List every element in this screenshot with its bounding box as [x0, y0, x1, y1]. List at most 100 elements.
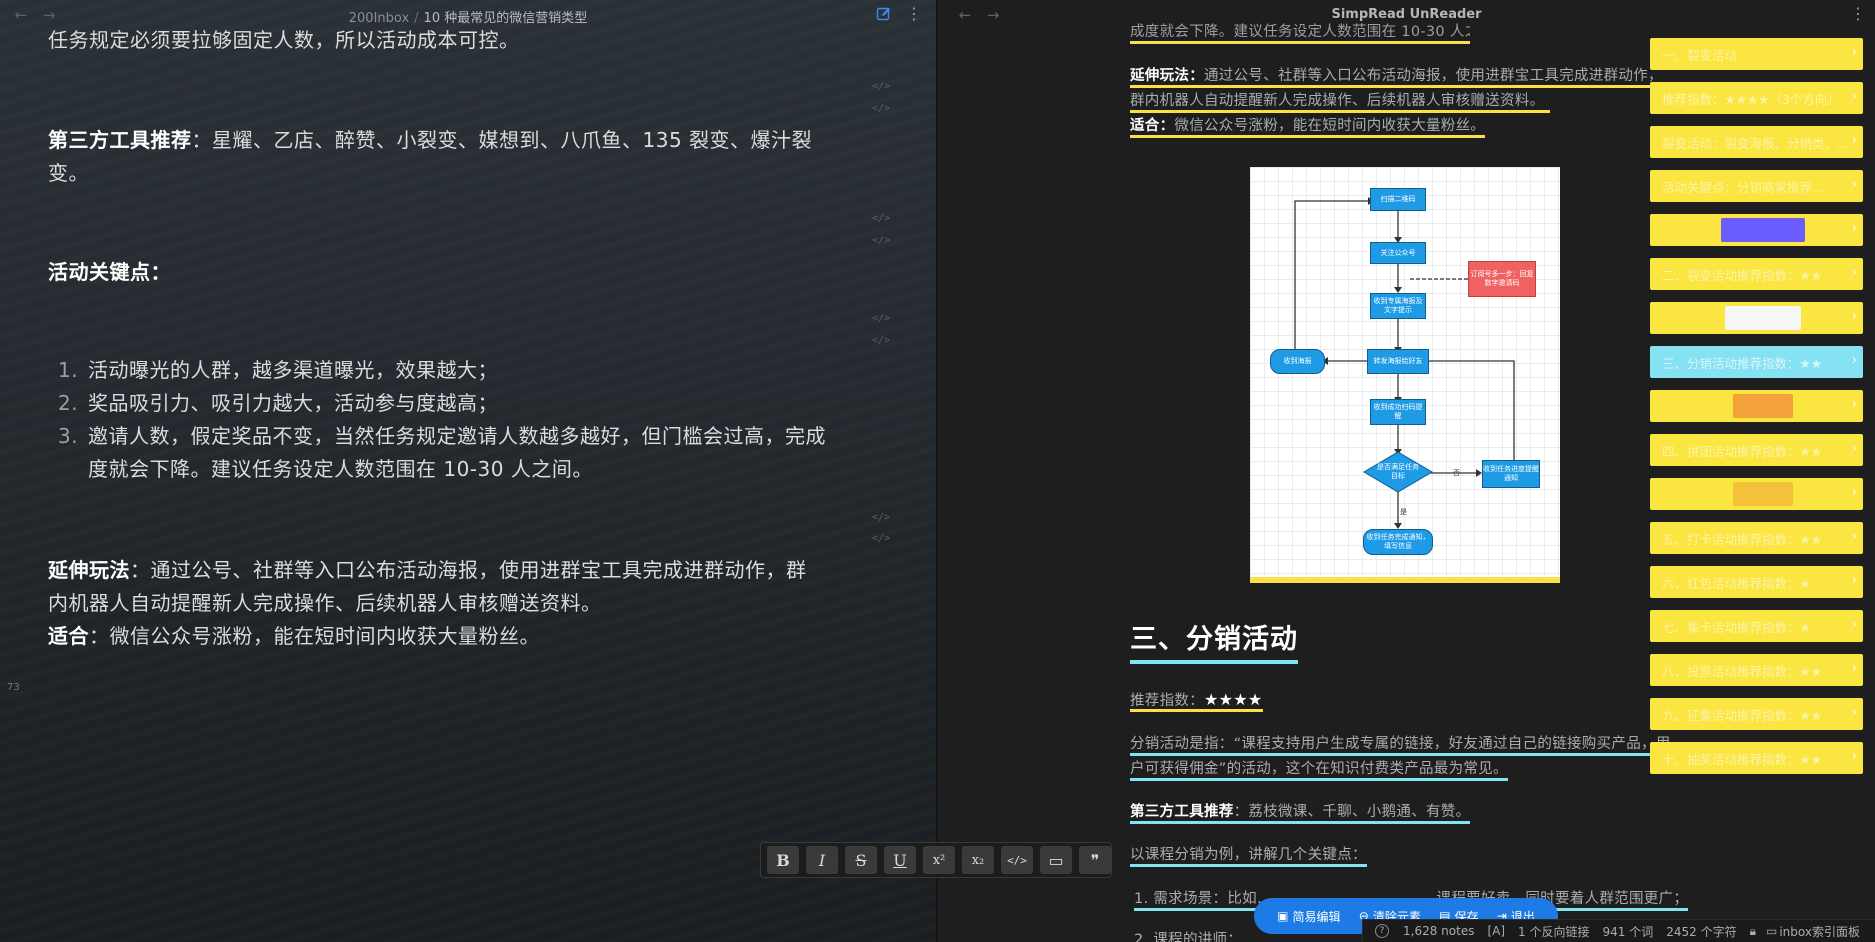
bold-label: 第三方工具推荐	[48, 128, 192, 152]
toc-item[interactable]: 活动关键点：分销商家推荐... ›	[1650, 170, 1863, 202]
code-close-tag: </>	[872, 533, 891, 544]
toc-item[interactable]: 裂变活动：裂变海报、分销类、... ›	[1650, 126, 1863, 158]
section-heading: 三、分销活动	[1130, 622, 1298, 664]
chevron-right-icon: ›	[1851, 441, 1857, 456]
app-window: ← → 200Inbox/10 种最常见的微信营销类型 ⋮ 任务规定必须要拉够固…	[0, 0, 1875, 942]
bold-label: 适合：	[1130, 118, 1175, 134]
toc-item[interactable]: 八、投票活动推荐指数：★★ ›	[1650, 654, 1863, 686]
chevron-right-icon: ›	[1851, 705, 1857, 720]
line-number: 73	[7, 682, 20, 693]
list-item: 1. 活动曝光的人群，越多渠道曝光，效果越大；	[58, 354, 918, 387]
chevron-right-icon: ›	[1851, 89, 1857, 104]
list-item-text: 活动曝光的人群，越多渠道曝光，效果越大；	[88, 358, 498, 382]
reader-pane: ← → SimpRead UnReader ⋮ 成度就会下降。建议任务设定人数范…	[938, 0, 1875, 942]
rating-line: 推荐指数：★★★★	[1130, 690, 1263, 712]
flow-note: 订阅号多一步：回复数字邀请码	[1468, 261, 1536, 297]
reader-title: SimpRead UnReader	[1331, 7, 1482, 22]
bold-label: 活动关键点：	[48, 260, 171, 284]
reader-text: ：荔枝微课、千聊、小鹅通、有赞。	[1233, 804, 1471, 820]
toc-item[interactable]: ›	[1650, 214, 1863, 246]
toc-item[interactable]: 九、征集活动推荐指数：★★ ›	[1650, 698, 1863, 730]
toc-item-label: 七、集卡活动推荐指数：★	[1662, 619, 1811, 635]
code-button[interactable]: </>	[1001, 846, 1033, 874]
toc-item-label: 六、红包活动推荐指数：★	[1662, 575, 1811, 591]
reader-header: ← → SimpRead UnReader ⋮	[938, 0, 1875, 30]
chevron-right-icon: ›	[1851, 45, 1857, 60]
italic-button[interactable]: I	[806, 846, 838, 874]
superscript-button[interactable]: x²	[923, 846, 955, 874]
ordered-list: 1. 活动曝光的人群，越多渠道曝光，效果越大； 2. 奖品吸引力、吸引力越大，活动参…	[58, 354, 918, 486]
flow-yes-label: 是	[1400, 508, 1407, 516]
edit-box-icon: ▣	[1277, 909, 1289, 923]
toc-item[interactable]: 三、分销活动推荐指数：★★ ›	[1650, 346, 1863, 378]
flow-node: 关注公众号	[1370, 242, 1426, 264]
breadcrumb-folder[interactable]: 200Inbox	[349, 11, 409, 26]
toc-item[interactable]: 七、集卡活动推荐指数：★ ›	[1650, 610, 1863, 642]
underline-button[interactable]: U	[884, 846, 916, 874]
reader-text-line: 以课程分销为例，讲解几个关键点：	[1130, 845, 1367, 867]
flow-decision-label: 是否满足任务目标	[1377, 463, 1419, 480]
chevron-right-icon: ›	[1851, 265, 1857, 280]
bold-button[interactable]: B	[767, 846, 799, 874]
simple-edit-button[interactable]: ▣ 简易编辑	[1277, 908, 1340, 925]
toc-item[interactable]: 二、裂变活动推荐指数：★★ ›	[1650, 258, 1863, 290]
panel-label[interactable]: inbox索引面板	[1779, 923, 1860, 940]
more-options-icon[interactable]: ⋮	[906, 4, 922, 23]
list-item-text: 度就会下降。建议任务设定人数范围在 10-30 人之间。	[88, 457, 593, 481]
toc-item[interactable]: 五、打卡活动推荐指数：★★ ›	[1650, 522, 1863, 554]
list-number: 1.	[58, 358, 79, 382]
toc-item-label: 十、抽奖活动推荐指数：★★	[1662, 751, 1822, 767]
thumbnail-image	[1720, 218, 1805, 242]
toc-item-label: 四、拼团活动推荐指数：★★	[1662, 443, 1822, 459]
notes-count[interactable]: 1,628 notes	[1403, 924, 1474, 938]
breadcrumb-file[interactable]: 10 种最常见的微信营销类型	[424, 11, 588, 26]
more-options-icon[interactable]: ⋮	[1850, 4, 1866, 23]
toc-item[interactable]: 推荐指数：★★★★（3个方向） ›	[1650, 82, 1863, 114]
reader-text-line: 延伸玩法：通过公号、社群等入口公布活动海报，使用进群宝工具完成进群动作，	[1130, 66, 1670, 88]
toc-item[interactable]: ›	[1650, 478, 1863, 510]
list-item: 2. 奖品吸引力、吸引力越大，活动参与度越高；	[58, 387, 918, 420]
toc-thumbnail	[1662, 394, 1863, 418]
backlinks-count[interactable]: 1 个反向链接	[1518, 923, 1589, 940]
reader-text: 通过公号、社群等入口公布活动海报，使用进群宝工具完成进群动作，	[1204, 68, 1663, 84]
bold-label: 延伸玩法	[48, 558, 130, 582]
status-bar: ? 1,628 notes [A] 1 个反向链接 941 个词 2452 个字…	[1362, 919, 1875, 942]
flowchart-arrows	[1294, 197, 1515, 529]
lock-icon[interactable]: 🔒︎	[1750, 924, 1756, 939]
toc-item[interactable]: ›	[1650, 390, 1863, 422]
toc-item[interactable]: ›	[1650, 302, 1863, 334]
reader-text: 微信公众号涨粉，能在短时间内收获大量粉丝。	[1174, 118, 1486, 134]
toc-item[interactable]: 十、抽奖活动推荐指数：★★ ›	[1650, 742, 1863, 774]
subscript-button[interactable]: x₂	[962, 846, 994, 874]
paragraph: 适合：微信公众号涨粉，能在短时间内收获大量粉丝。	[48, 620, 908, 653]
toc-item-label: 活动关键点：分销商家推荐...	[1662, 179, 1824, 195]
chevron-right-icon: ›	[1851, 529, 1857, 544]
edit-mode-icon[interactable]	[876, 6, 894, 24]
paragraph-text: ：星耀、乙店、醉赞、小裂变、媒想到、八爪鱼、135 裂变、爆汁裂	[191, 128, 813, 152]
breadcrumb: 200Inbox / 10 种最常见的微信营销类型	[0, 7, 936, 26]
strikethrough-button[interactable]: S	[845, 846, 877, 874]
format-toolbar: B I S U x² x₂ </> ▭ ❞	[760, 842, 1112, 878]
embed-button[interactable]: ▭	[1040, 846, 1072, 874]
flowchart-image[interactable]: 扫描二维码 关注公众号 收到专属海报及文字提示 转发海报给好友 收到海报 收到成…	[1250, 167, 1560, 583]
toc-item-label: 五、打卡活动推荐指数：★★	[1662, 531, 1822, 547]
toc-item[interactable]: 四、拼团活动推荐指数：★★ ›	[1650, 434, 1863, 466]
toc-item[interactable]: 六、红包活动推荐指数：★ ›	[1650, 566, 1863, 598]
toc-thumbnail	[1662, 306, 1863, 330]
flow-node: 扫描二维码	[1370, 188, 1426, 211]
toc-item-label: 裂变活动：裂变海报、分销类、...	[1662, 135, 1849, 151]
list-item: 3. 邀请人数，假定奖品不变，当然任务规定邀请人数越多越好，但门槛会过高，完成	[58, 420, 918, 453]
toc-item[interactable]: 一、裂变活动 ›	[1650, 38, 1863, 70]
flow-no-label: 否	[1453, 469, 1460, 477]
flow-node: 收到海报	[1270, 349, 1325, 374]
mode-indicator[interactable]: [A]	[1487, 924, 1505, 938]
reader-text-line: 户可获得佣金”的活动，这个在知识付费类产品最为常见。	[1130, 759, 1508, 781]
help-icon[interactable]: ?	[1375, 924, 1389, 938]
quote-button[interactable]: ❞	[1079, 846, 1111, 874]
code-close-tag: </>	[872, 213, 891, 224]
bold-label: 适合	[48, 624, 89, 648]
list-number: 3.	[58, 424, 79, 448]
paragraph: 第三方工具推荐：星耀、乙店、醉赞、小裂变、媒想到、八爪鱼、135 裂变、爆汁裂	[48, 124, 908, 157]
panel-icon[interactable]: ▭	[1766, 924, 1777, 938]
paragraph-text: ：通过公号、社群等入口公布活动海报，使用进群宝工具完成进群动作，群	[130, 558, 807, 582]
